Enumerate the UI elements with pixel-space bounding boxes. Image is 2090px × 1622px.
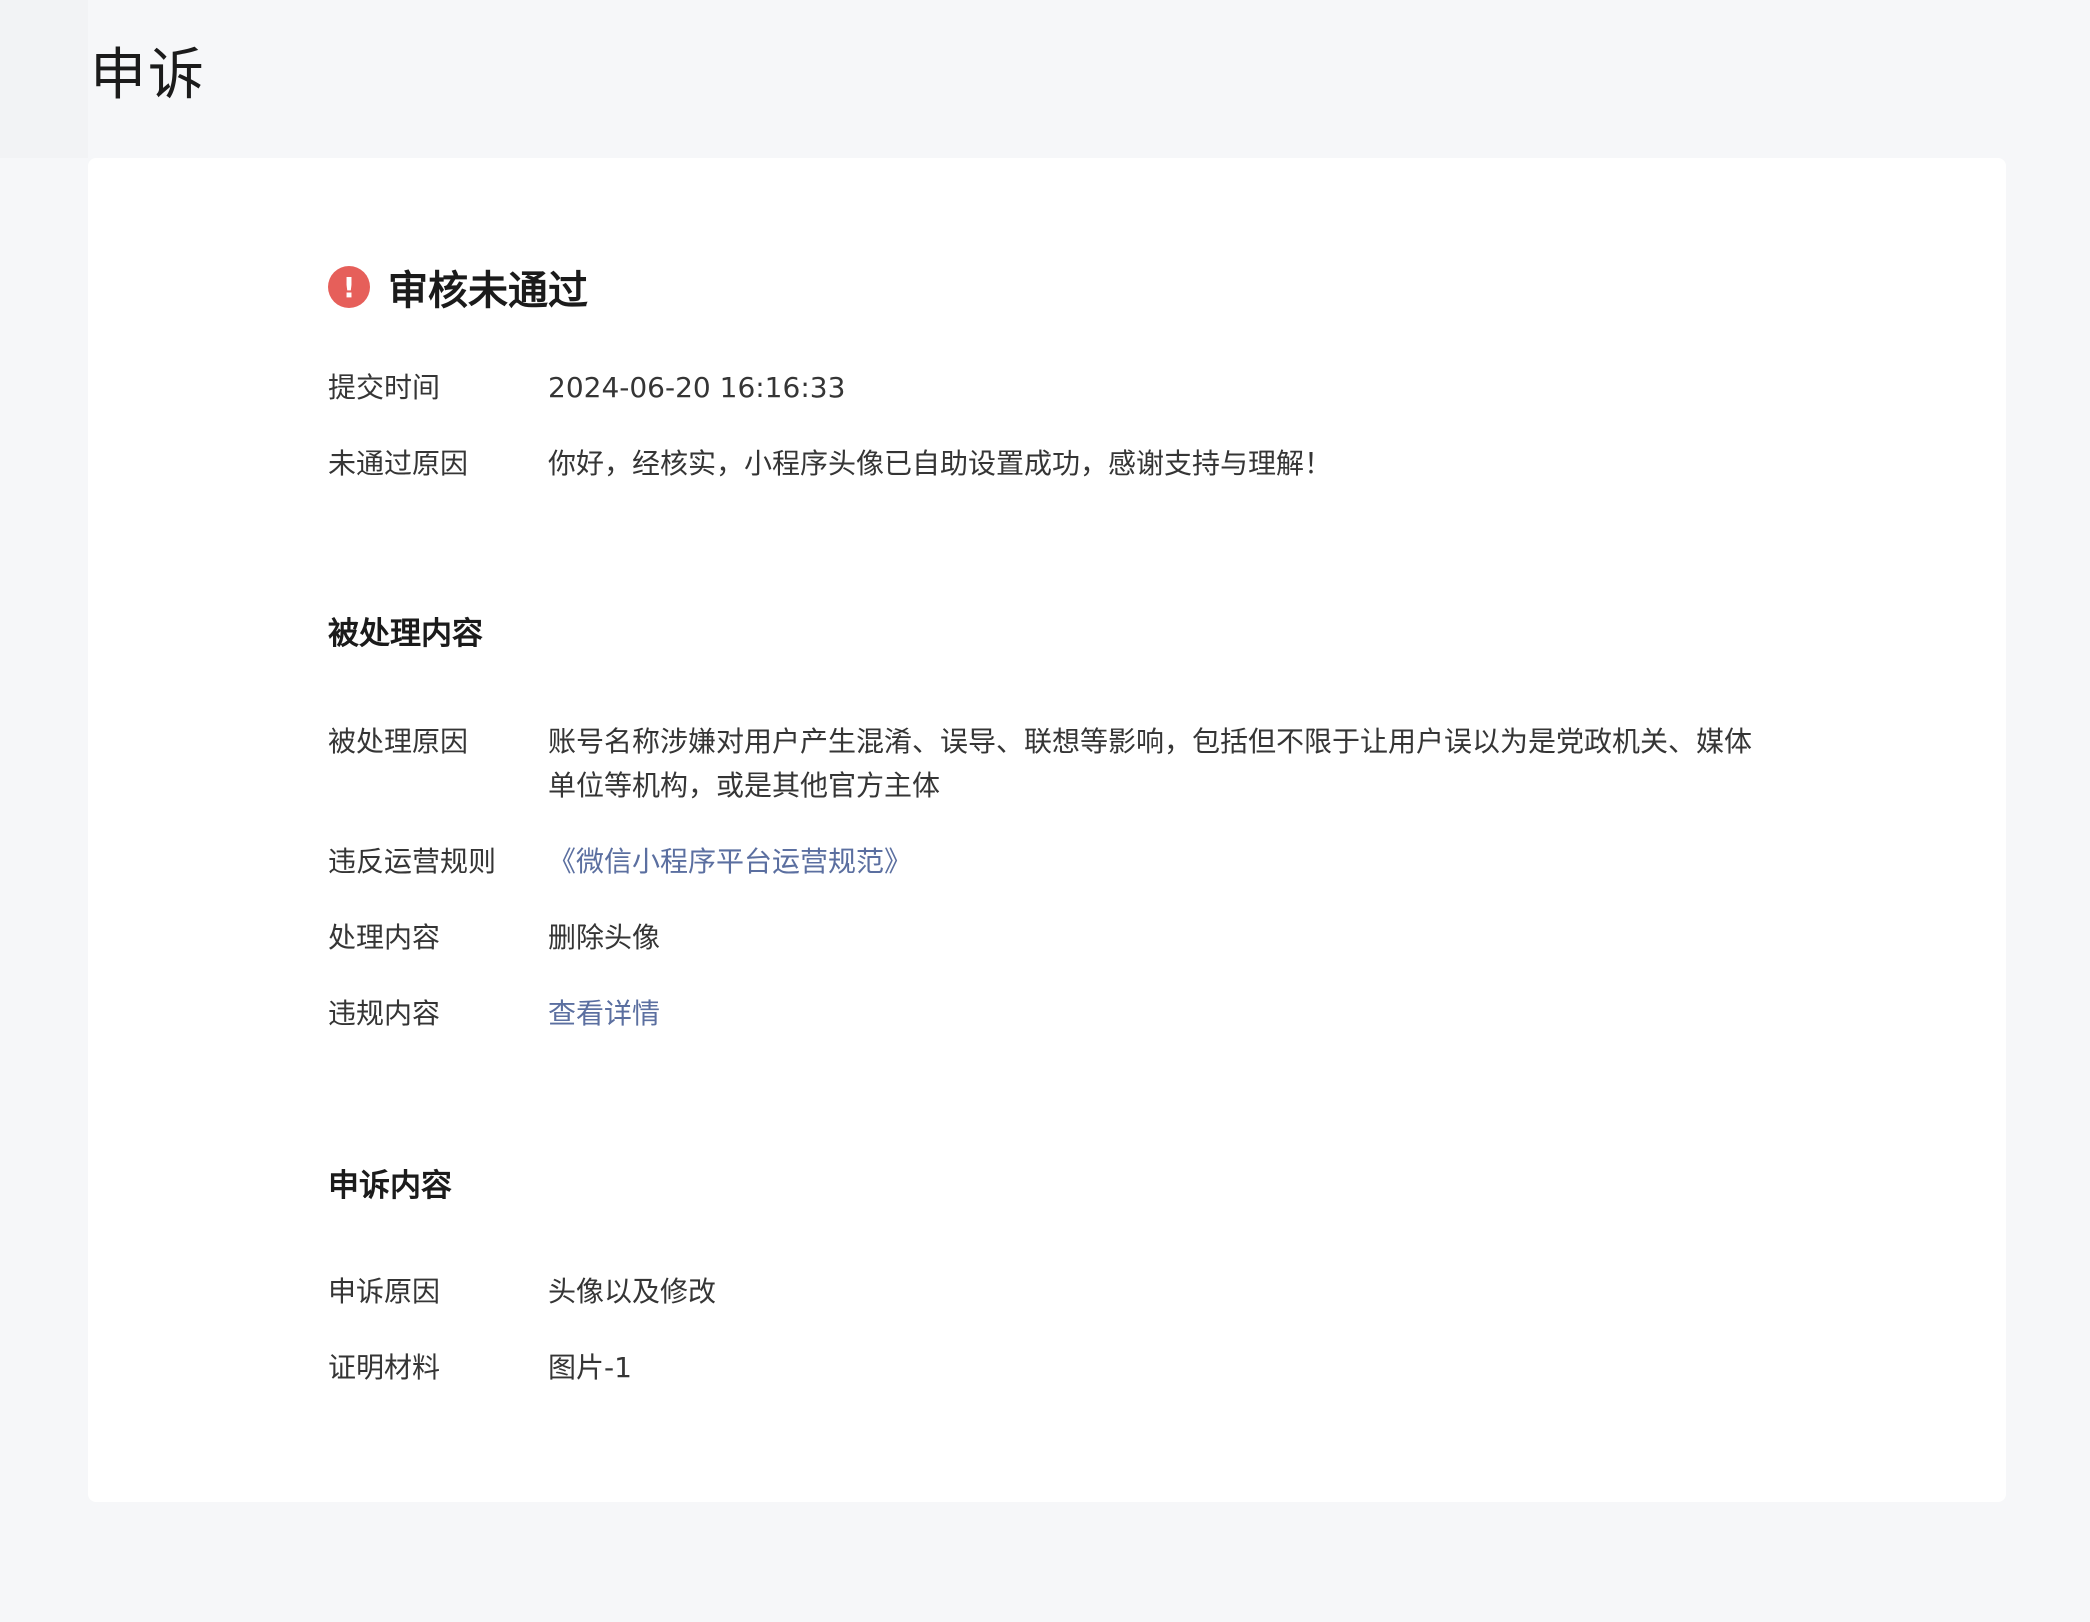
processed-reason-label: 被处理原因	[328, 725, 469, 758]
appeal-reason-row: 申诉原因 头像以及修改	[328, 1270, 1768, 1314]
evidence-row: 证明材料 图片-1	[328, 1346, 1768, 1390]
reject-reason-label: 未通过原因	[328, 447, 469, 480]
violated-rule-label: 违反运营规则	[328, 845, 497, 878]
processed-reason-row: 被处理原因 账号名称涉嫌对用户产生混淆、误导、联想等影响，包括但不限于让用户误以…	[328, 720, 1768, 808]
processed-reason-value: 账号名称涉嫌对用户产生混淆、误导、联想等影响，包括但不限于让用户误以为是党政机关…	[548, 725, 1753, 802]
view-details-link[interactable]: 查看详情	[548, 992, 1768, 1036]
exclamation-circle-icon: !	[328, 266, 370, 308]
submit-time-value: 2024-06-20 16:16:33	[548, 371, 846, 404]
evidence-value[interactable]: 图片-1	[548, 1346, 1768, 1390]
submit-time-row: 提交时间 2024-06-20 16:16:33	[328, 366, 1768, 410]
submit-time-label: 提交时间	[328, 371, 441, 404]
operation-rules-link[interactable]: 《微信小程序平台运营规范》	[548, 840, 1768, 884]
appeal-section-title: 申诉内容	[328, 1168, 452, 1204]
reject-reason-value: 你好，经核实，小程序头像已自助设置成功，感谢支持与理解！	[548, 447, 1333, 480]
appeal-reason-label: 申诉原因	[328, 1275, 441, 1308]
status-text: 审核未通过	[388, 268, 588, 314]
reject-reason-row: 未通过原因 你好，经核实，小程序头像已自助设置成功，感谢支持与理解！	[328, 442, 1768, 486]
process-action-label: 处理内容	[328, 921, 441, 954]
appeal-reason-value: 头像以及修改	[548, 1275, 717, 1308]
sidebar-strip	[0, 0, 88, 158]
process-action-row: 处理内容 删除头像	[328, 916, 1768, 960]
violation-content-row: 违规内容 查看详情	[328, 992, 1768, 1036]
processed-section-title: 被处理内容	[328, 616, 483, 652]
process-action-value: 删除头像	[548, 921, 661, 954]
review-status: ! 审核未通过	[328, 258, 588, 316]
violated-rule-row: 违反运营规则 《微信小程序平台运营规范》	[328, 840, 1768, 884]
violation-content-label: 违规内容	[328, 997, 441, 1030]
evidence-label: 证明材料	[328, 1351, 441, 1384]
page-title: 申诉	[90, 43, 206, 108]
